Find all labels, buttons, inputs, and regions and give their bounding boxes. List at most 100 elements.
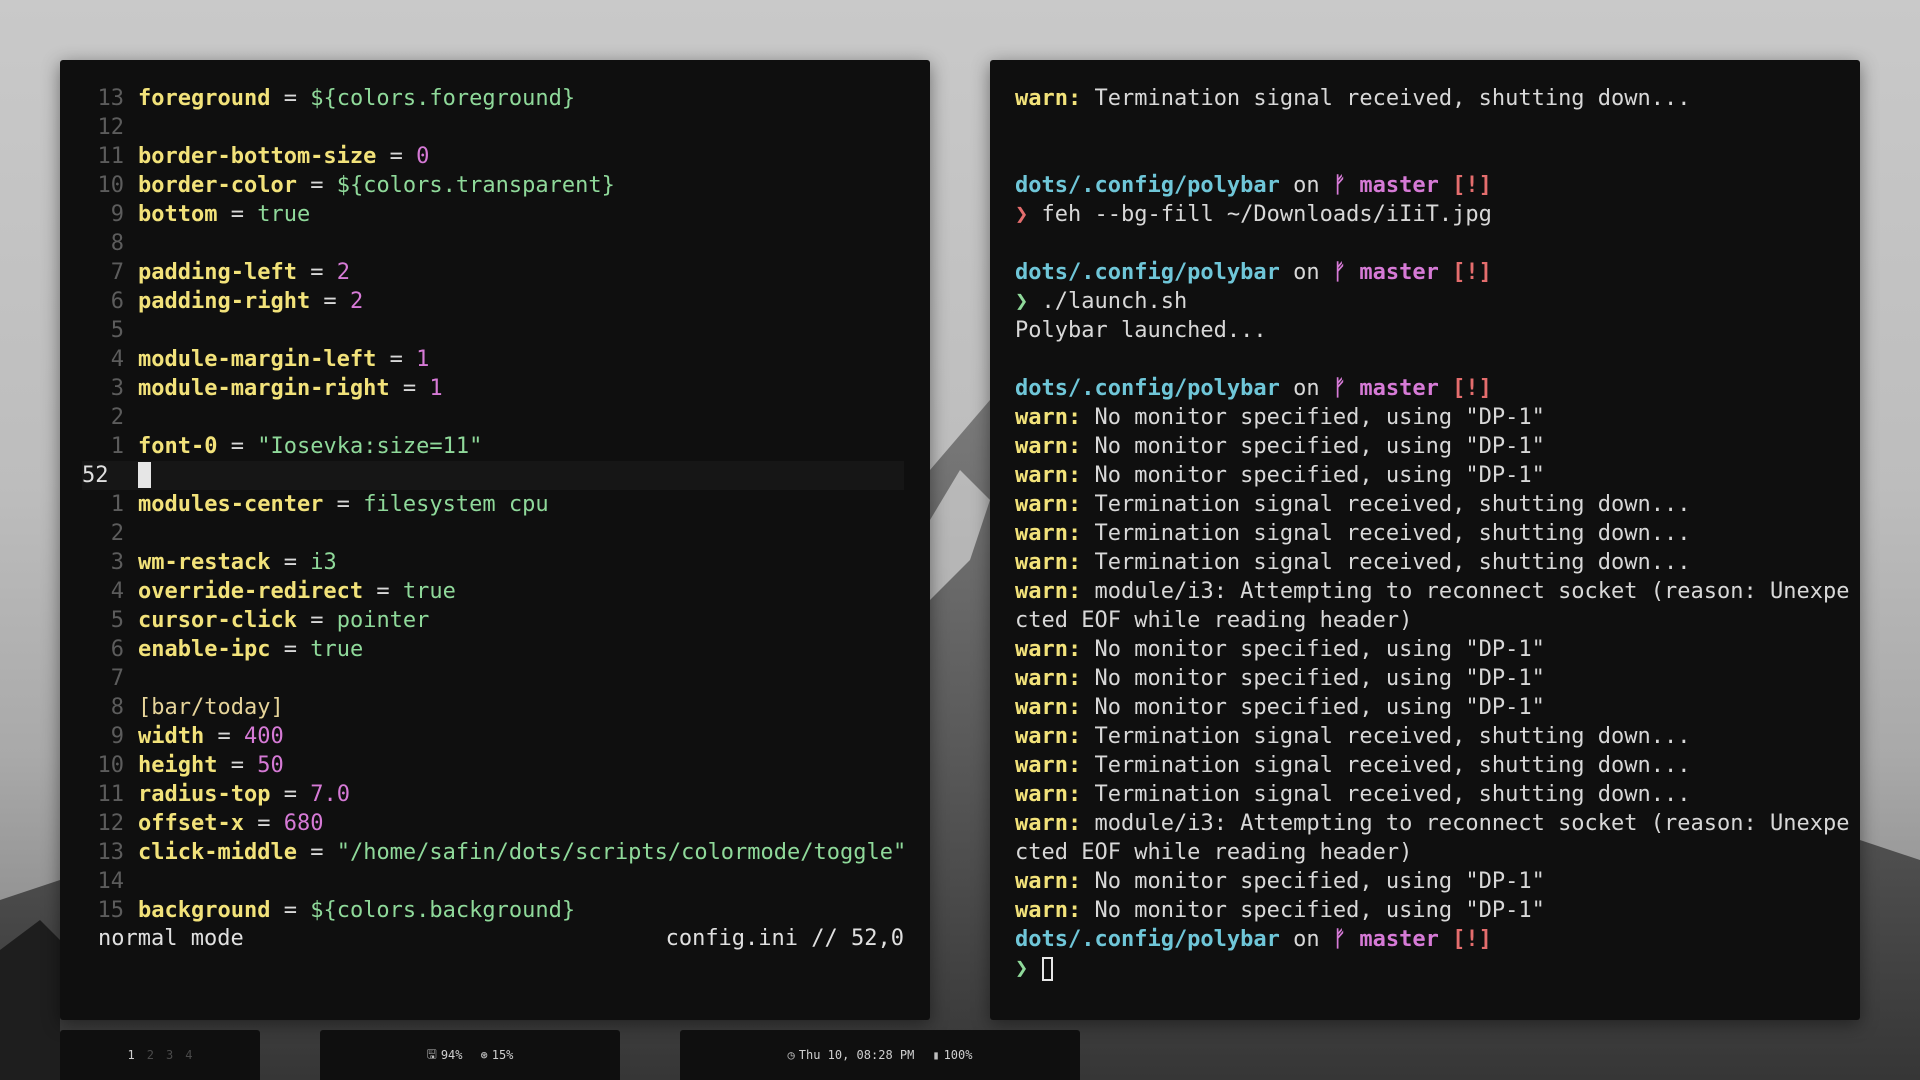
git-branch: master [1359,376,1439,401]
warn-label: warn: [1015,782,1082,807]
line-number: 13 [97,86,125,111]
config-key: bottom [138,202,218,227]
equals-sign: = [363,579,403,604]
warn-label: warn: [1015,753,1082,778]
workspace-1[interactable]: 1 [128,1048,135,1062]
warn-label: warn: [1015,811,1082,836]
git-branch-icon: ᚠ [1332,173,1347,198]
warn-label: warn: [1015,666,1082,691]
config-value: "Iosevka:size=11" [257,434,483,459]
git-status-flag: [!] [1452,376,1492,401]
terminal-line: warn: No monitor specified, using "DP-1" [1015,896,1840,925]
prompt-on: on [1279,927,1333,952]
terminal-line: dots/.config/polybar on ᚠ master [!] [1015,925,1840,954]
prompt-on: on [1279,173,1333,198]
editor-line: 15 background = ${colors.background} [82,896,904,925]
config-value: filesystem cpu [363,492,549,517]
editor-line: 4 override-redirect = true [82,577,904,606]
line-number: 15 [97,898,125,923]
terminal-window[interactable]: warn: Termination signal received, shutt… [990,60,1860,1020]
section-header: [bar/today] [138,695,284,720]
equals-sign: = [217,753,258,778]
battery-level: 100% [943,1048,973,1062]
line-number: 11 [97,144,125,169]
terminal-line: warn: module/i3: Attempting to reconnect… [1015,809,1849,838]
line-number: 13 [97,840,125,865]
config-value: 50 [257,753,284,778]
workspace-2[interactable]: 2 [147,1048,154,1062]
git-branch-icon: ᚠ [1332,260,1347,285]
git-branch: master [1359,927,1439,952]
config-value: ${colors.foreground} [310,86,576,111]
log-message: No monitor specified, using "DP-1" [1094,463,1545,488]
editor-line: 1 font-0 = "Iosevka:size=11" [82,432,904,461]
editor-window[interactable]: 13 foreground = ${colors.foreground} 12 11 b… [60,60,930,1020]
terminal-line: warn: No monitor specified, using "DP-1" [1015,635,1840,664]
config-key: border-color [138,173,297,198]
line-number: 6 [110,289,124,314]
warn-label: warn: [1015,637,1082,662]
line-number: 9 [110,202,124,227]
prompt-on: on [1279,376,1333,401]
clock: Thu 10, 08:28 PM [798,1048,915,1062]
editor-line: 2 [82,403,904,432]
terminal-line: warn: Termination signal received, shutt… [1015,84,1840,113]
today-bar[interactable]: ◷ Thu 10, 08:28 PM ▮ 100% [680,1030,1080,1080]
log-message: No monitor specified, using "DP-1" [1094,869,1545,894]
editor-file-position: config.ini // 52,0 [665,926,904,951]
workspace-4[interactable]: 4 [185,1048,192,1062]
editor-mode: normal mode [98,926,244,951]
editor-line: 14 [82,867,904,896]
terminal-output[interactable]: warn: Termination signal received, shutt… [1015,84,1849,983]
terminal-line: ❯ [1015,954,1840,983]
editor-line: 5 cursor-click = pointer [82,606,904,635]
log-message: Termination signal received, shutting do… [1094,550,1691,575]
prompt-symbol-icon: ❯ [1015,289,1029,314]
editor-line: 3 module-margin-right = 1 [82,374,904,403]
config-key: modules-center [138,492,324,517]
log-message: No monitor specified, using "DP-1" [1094,898,1545,923]
config-key: enable-ipc [138,637,271,662]
equals-sign: = [296,840,337,865]
equals-sign: = [296,608,337,633]
terminal-line: dots/.config/polybar on ᚠ master [!] [1015,374,1840,403]
prompt-on: on [1279,260,1333,285]
terminal-line: warn: Termination signal received, shutt… [1015,780,1840,809]
editor-statusline: normal mode config.ini // 52,0 [98,924,904,953]
equals-sign: = [376,144,417,169]
equals-sign: = [296,173,337,198]
terminal-input-cursor[interactable] [1041,957,1053,981]
editor-buffer[interactable]: 13 foreground = ${colors.foreground} 12 11 b… [82,84,906,925]
editor-line: 11 radius-top = 7.0 [82,780,904,809]
log-message: No monitor specified, using "DP-1" [1094,695,1545,720]
text-cursor [138,462,151,488]
editor-line: 10 border-color = ${colors.transparent} [82,171,904,200]
equals-sign: = [270,86,311,111]
output-text: Polybar launched... [1015,318,1267,343]
log-message: Termination signal received, shutting do… [1094,753,1691,778]
log-message: No monitor specified, using "DP-1" [1094,405,1545,430]
editor-line: 1 modules-center = filesystem cpu [82,490,904,519]
log-message: No monitor specified, using "DP-1" [1094,434,1545,459]
editor-line: 8 [82,229,904,258]
line-number: 2 [110,521,124,546]
config-key: offset-x [138,811,244,836]
line-number: 7 [110,260,124,285]
config-value: ${colors.transparent} [336,173,615,198]
config-key: module-margin-left [138,347,377,372]
config-key: background [138,898,271,923]
git-status-flag: [!] [1452,260,1492,285]
line-number: 3 [110,550,124,575]
equals-sign: = [323,492,364,517]
editor-line: 8 [bar/today] [82,693,904,722]
editor-line: 13 foreground = ${colors.foreground} [82,84,904,113]
terminal-line: warn: Termination signal received, shutt… [1015,519,1840,548]
log-message: Termination signal received, shutting do… [1094,492,1691,517]
config-key: height [138,753,218,778]
config-value: 680 [283,811,324,836]
warn-label: warn: [1015,550,1082,575]
workspace-3[interactable]: 3 [166,1048,173,1062]
battery-icon: ▮ [932,1048,940,1062]
